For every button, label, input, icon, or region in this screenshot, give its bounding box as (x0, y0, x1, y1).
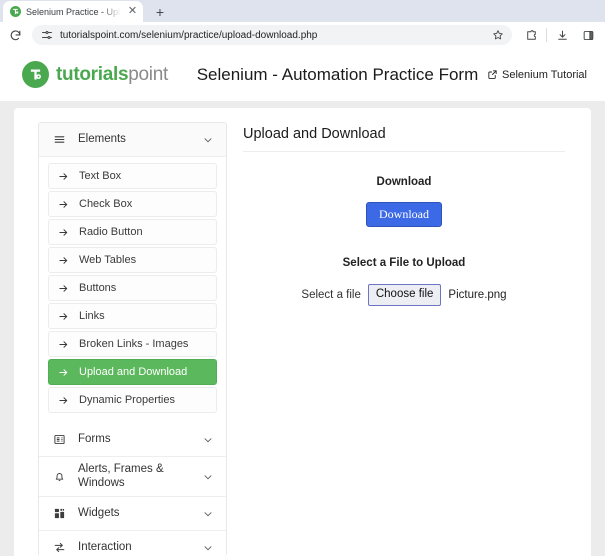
download-section-heading: Download (243, 176, 565, 188)
chevron-down-icon (202, 134, 214, 146)
chevron-down-icon (202, 434, 214, 446)
sidebar-item-web-tables[interactable]: Web Tables (48, 247, 217, 273)
chevron-down-icon (202, 542, 214, 554)
downloads-icon[interactable] (551, 24, 573, 46)
tab-title: Selenium Practice - Upload and Download (26, 7, 121, 17)
sidebar-item-broken-links-images[interactable]: Broken Links - Images (48, 331, 217, 357)
tab-strip: Selenium Practice - Upload and Download … (0, 0, 605, 22)
arrow-right-icon (58, 395, 69, 406)
chevron-down-icon (202, 508, 214, 520)
sidebar-item-label: Text Box (79, 170, 121, 182)
bell-icon (52, 470, 67, 483)
sidebar-item-label: Buttons (79, 282, 116, 294)
download-button-row: Download (243, 202, 565, 227)
logo-bold-text: tutorials (56, 64, 128, 85)
selected-file-name: Picture.png (448, 289, 506, 301)
external-link-icon (487, 69, 498, 80)
sidebar-group-widgets[interactable]: Widgets (39, 497, 226, 531)
browser-toolbar: tutorialspoint.com/selenium/practice/upl… (0, 22, 605, 48)
sidebar-group-elements[interactable]: Elements (39, 123, 226, 157)
sidebar-item-label: Web Tables (79, 254, 136, 266)
upload-field-row: Select a file Choose file Picture.png (243, 284, 565, 306)
sidebar-group-label: Alerts, Frames & Windows (78, 463, 191, 491)
extensions-puzzle-icon[interactable] (520, 24, 542, 46)
upload-section-heading: Select a File to Upload (243, 257, 565, 269)
widgets-grid-icon (52, 507, 67, 520)
new-tab-button[interactable]: + (149, 2, 171, 22)
address-bar[interactable]: tutorialspoint.com/selenium/practice/upl… (32, 25, 512, 45)
toolbar-divider (546, 28, 547, 42)
sidebar-item-links[interactable]: Links (48, 303, 217, 329)
bookmark-star-icon[interactable] (492, 29, 504, 41)
sidebar-item-label: Links (79, 310, 105, 322)
arrow-right-icon (58, 311, 69, 322)
page-title: Selenium - Automation Practice Form (168, 65, 487, 85)
site-header: tutorialspoint Selenium - Automation Pra… (0, 48, 605, 101)
browser-tab[interactable]: Selenium Practice - Upload and Download … (3, 1, 143, 22)
sidebar-group-label: Widgets (78, 506, 191, 520)
content-card: Elements Text Box Check Box (14, 108, 591, 556)
sidebar-item-label: Dynamic Properties (79, 394, 175, 406)
tutorialspoint-favicon (10, 6, 21, 17)
sidebar-item-text-box[interactable]: Text Box (48, 163, 217, 189)
main-content: Upload and Download Download Download Se… (227, 108, 591, 556)
selenium-tutorial-link[interactable]: Selenium Tutorial (487, 69, 587, 81)
arrow-right-icon (58, 227, 69, 238)
download-button[interactable]: Download (366, 202, 442, 227)
sidebar-item-label: Check Box (79, 198, 132, 210)
logo-light-text: point (128, 64, 168, 85)
tab-close-icon[interactable]: ✕ (126, 5, 139, 18)
sidebar-group-interaction[interactable]: Interaction (39, 531, 226, 556)
interaction-arrows-icon (52, 541, 67, 554)
site-settings-icon[interactable] (40, 29, 53, 42)
sidebar-group-label: Interaction (78, 540, 191, 554)
arrow-right-icon (58, 255, 69, 266)
hamburger-menu-icon (52, 133, 67, 146)
reload-icon[interactable] (4, 24, 26, 46)
site-logo[interactable]: tutorialspoint (22, 61, 168, 88)
arrow-right-icon (58, 171, 69, 182)
sidebar-group-label: Forms (78, 432, 191, 446)
sidebar-item-label: Upload and Download (79, 366, 187, 378)
url-text: tutorialspoint.com/selenium/practice/upl… (60, 30, 485, 41)
sidebar-group-alerts-frames-windows[interactable]: Alerts, Frames & Windows (39, 457, 226, 497)
arrow-right-icon (58, 283, 69, 294)
tutorialspoint-logo-mark (22, 61, 49, 88)
sidebar-item-label: Broken Links - Images (79, 338, 188, 350)
select-a-file-label: Select a file (301, 289, 360, 301)
side-panel-icon[interactable] (577, 24, 599, 46)
arrow-right-icon (58, 367, 69, 378)
browser-window: Selenium Practice - Upload and Download … (0, 0, 605, 556)
sidebar-group-elements-items: Text Box Check Box Radio Button Web Tabl… (39, 157, 226, 423)
sidebar-group-label: Elements (78, 132, 191, 146)
site-logo-text: tutorialspoint (56, 64, 168, 86)
sidebar-item-dynamic-properties[interactable]: Dynamic Properties (48, 387, 217, 413)
selenium-tutorial-label: Selenium Tutorial (502, 69, 587, 81)
sidebar-group-forms[interactable]: Forms (39, 423, 226, 457)
form-icon (52, 433, 67, 446)
sidebar-item-radio-button[interactable]: Radio Button (48, 219, 217, 245)
chevron-down-icon (202, 471, 214, 483)
sidebar-item-check-box[interactable]: Check Box (48, 191, 217, 217)
choose-file-button[interactable]: Choose file (368, 284, 442, 306)
page-viewport: tutorialspoint Selenium - Automation Pra… (0, 48, 605, 556)
sidebar-nav: Elements Text Box Check Box (38, 122, 227, 556)
arrow-right-icon (58, 199, 69, 210)
sidebar-item-buttons[interactable]: Buttons (48, 275, 217, 301)
sidebar-item-label: Radio Button (79, 226, 143, 238)
arrow-right-icon (58, 339, 69, 350)
sidebar-item-upload-and-download[interactable]: Upload and Download (48, 359, 217, 385)
main-page-title: Upload and Download (243, 126, 565, 152)
